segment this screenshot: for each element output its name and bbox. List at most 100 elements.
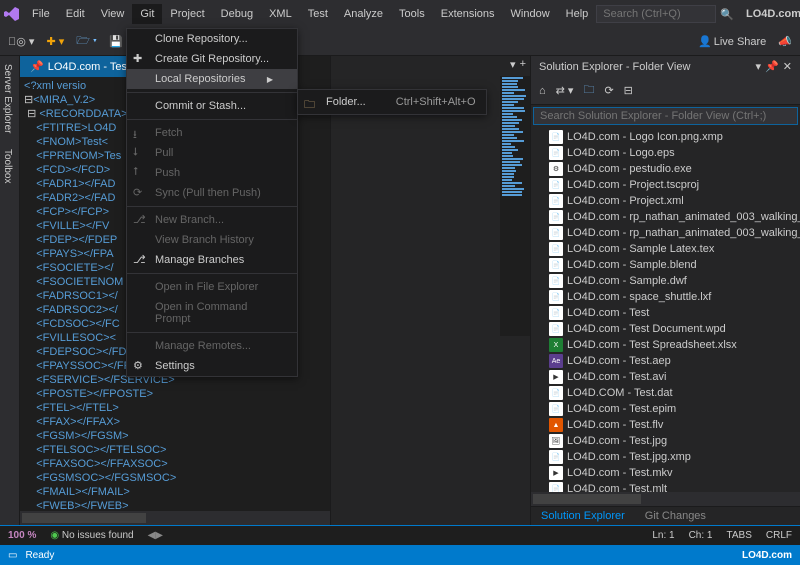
code-line[interactable]: <FFAXSOC></FFAXSOC> — [24, 457, 330, 471]
git-menu-manage-branches[interactable]: ⎇Manage Branches — [127, 250, 297, 270]
close-icon[interactable]: ✕ — [783, 60, 792, 73]
code-line[interactable]: <FFAX></FFAX> — [24, 415, 330, 429]
file-item[interactable]: 📄LO4D.COM - Test.dat — [531, 385, 800, 401]
lineend-indicator[interactable]: CRLF — [766, 530, 792, 541]
menu-analyze[interactable]: Analyze — [336, 4, 391, 24]
file-icon: ▶ — [549, 466, 563, 480]
git-menu-create-git-repository-[interactable]: ✚Create Git Repository... — [127, 49, 297, 69]
line-indicator[interactable]: Ln: 1 — [652, 530, 674, 541]
code-line[interactable]: <FPOSTE></FPOSTE> — [24, 387, 330, 401]
file-item[interactable]: XLO4D.com - Test Spreadsheet.xlsx — [531, 337, 800, 353]
file-item[interactable]: 📄LO4D.com - Sample Latex.tex — [531, 241, 800, 257]
solution-search-input[interactable] — [533, 107, 798, 125]
window-icon[interactable]: ▭ — [8, 550, 17, 561]
git-menu-fetch: ⭳Fetch — [127, 123, 297, 143]
menu-git[interactable]: Git — [132, 4, 162, 24]
git-local-repos-submenu: 🗀 Folder... Ctrl+Shift+Alt+O — [297, 89, 487, 115]
panel-tab-git-changes[interactable]: Git Changes — [635, 507, 716, 525]
file-item[interactable]: 📄LO4D.com - Test.mlt — [531, 481, 800, 492]
menu-edit[interactable]: Edit — [58, 4, 93, 24]
menu-project[interactable]: Project — [162, 4, 212, 24]
file-item[interactable]: 📄LO4D.com - Test.epim — [531, 401, 800, 417]
code-line[interactable]: <FMAIL></FMAIL> — [24, 485, 330, 499]
git-menu-clone-repository-[interactable]: Clone Repository... — [127, 29, 297, 49]
dropdown-icon[interactable]: ▾ — [510, 58, 516, 71]
menu-help[interactable]: Help — [558, 4, 597, 24]
side-tab-server-explorer[interactable]: Server Explorer — [0, 56, 19, 141]
minimap[interactable] — [500, 76, 530, 336]
menu-view[interactable]: View — [93, 4, 133, 24]
tabs-indicator[interactable]: TABS — [726, 530, 751, 541]
feedback-button[interactable]: 📣 — [774, 33, 796, 50]
solution-tree[interactable]: 📄LO4D.com - Logo Icon.png.xmp📄LO4D.com -… — [531, 127, 800, 492]
menu-debug[interactable]: Debug — [213, 4, 261, 24]
solution-header: Solution Explorer - Folder View ▾ 📌 ✕ — [531, 56, 800, 77]
git-menu-local-repositories[interactable]: Local Repositories▶ — [127, 69, 297, 89]
git-menu-commit-or-stash-[interactable]: Commit or Stash... — [127, 96, 297, 116]
file-item[interactable]: ▲LO4D.com - Test.flv — [531, 417, 800, 433]
file-item[interactable]: 📄LO4D.com - Project.tscproj — [531, 177, 800, 193]
file-item[interactable]: 📄LO4D.com - Test — [531, 305, 800, 321]
menu-test[interactable]: Test — [300, 4, 336, 24]
file-item[interactable]: ⚙LO4D.com - pestudio.exe — [531, 161, 800, 177]
solution-hscrollbar[interactable] — [531, 492, 800, 506]
file-name: LO4D.com - Project.tscproj — [567, 179, 699, 191]
menu-xml[interactable]: XML — [261, 4, 300, 24]
file-item[interactable]: 📄LO4D.com - Logo Icon.png.xmp — [531, 129, 800, 145]
menu-extensions[interactable]: Extensions — [433, 4, 503, 24]
dropdown-icon[interactable]: ▾ — [756, 60, 762, 73]
file-item[interactable]: ▶LO4D.com - Test.avi — [531, 369, 800, 385]
menu-file[interactable]: File — [24, 4, 58, 24]
side-tab-toolbox[interactable]: Toolbox — [0, 141, 19, 191]
file-icon: 📄 — [549, 274, 563, 288]
file-item[interactable]: 📄LO4D.com - Project.xml — [531, 193, 800, 209]
file-item[interactable]: 📄LO4D.com - Sample.blend — [531, 257, 800, 273]
sync-button[interactable]: ⟳ — [600, 79, 617, 102]
file-item[interactable]: ▶LO4D.com - Test.mkv — [531, 465, 800, 481]
file-item[interactable]: 📄LO4D.com - Test.jpg.xmp — [531, 449, 800, 465]
file-item[interactable]: 🖼LO4D.com - Test.jpg — [531, 433, 800, 449]
panel-tab-solution-explorer[interactable]: Solution Explorer — [531, 507, 635, 525]
file-item[interactable]: 📄LO4D.com - rp_nathan_animated_003_walki… — [531, 225, 800, 241]
code-line[interactable]: <FGSM></FGSM> — [24, 429, 330, 443]
open-button[interactable]: 🗁 ▾ — [72, 30, 101, 53]
code-line[interactable]: <FWEB></FWEB> — [24, 499, 330, 511]
file-item[interactable]: 📄LO4D.com - Sample.dwf — [531, 273, 800, 289]
solution-bottom-tabs: Solution ExplorerGit Changes — [531, 506, 800, 525]
file-name: LO4D.com - rp_nathan_animated_003_walkin… — [567, 227, 800, 239]
file-icon: 📄 — [549, 386, 563, 400]
file-name: LO4D.com - Logo Icon.png.xmp — [567, 131, 723, 143]
col-indicator[interactable]: Ch: 1 — [689, 530, 713, 541]
back-button[interactable]: ◎ ▾ — [4, 33, 38, 50]
sync-icon: ⟳ — [133, 186, 147, 200]
new-button[interactable]: ✚ ▾ — [42, 33, 68, 50]
pin-icon[interactable]: 📌 — [30, 60, 44, 73]
code-line[interactable]: <FGSMSOC></FGSMSOC> — [24, 471, 330, 485]
file-item[interactable]: 📄LO4D.com - space_shuttle.lxf — [531, 289, 800, 305]
menu-tools[interactable]: Tools — [391, 4, 433, 24]
switch-view-button[interactable]: ⇄ ▾ — [552, 79, 578, 102]
add-icon[interactable]: + — [520, 58, 526, 71]
git-menu-settings[interactable]: ⚙Settings — [127, 356, 297, 376]
pin-icon[interactable]: 📌 — [765, 60, 779, 73]
file-item[interactable]: 📄LO4D.com - Logo.eps — [531, 145, 800, 161]
git-menu-sync-pull-then-push-: ⟳Sync (Pull then Push) — [127, 183, 297, 203]
file-icon: 📄 — [549, 210, 563, 224]
collapse-button[interactable]: ⊟ — [620, 79, 637, 102]
file-item[interactable]: 📄LO4D.com - Test Document.wpd — [531, 321, 800, 337]
file-item[interactable]: AeLO4D.com - Test.aep — [531, 353, 800, 369]
file-name: LO4D.com - Test.flv — [567, 419, 663, 431]
filter-button[interactable]: 🗀 — [579, 79, 598, 102]
save-button[interactable]: 💾 — [105, 33, 127, 50]
live-share-button[interactable]: 👤 Live Share — [694, 33, 770, 50]
search-input[interactable] — [596, 5, 716, 23]
code-line[interactable]: <FTELSOC></FTELSOC> — [24, 443, 330, 457]
open-folder-item[interactable]: 🗀 Folder... Ctrl+Shift+Alt+O — [298, 92, 486, 112]
file-item[interactable]: 📄LO4D.com - rp_nathan_animated_003_walki… — [531, 209, 800, 225]
issues-indicator[interactable]: ◉ No issues found — [50, 530, 133, 541]
editor-hscrollbar[interactable] — [20, 511, 330, 525]
title-bar: FileEditViewGitProjectDebugXMLTestAnalyz… — [0, 0, 800, 28]
menu-window[interactable]: Window — [503, 4, 558, 24]
code-line[interactable]: <FTEL></FTEL> — [24, 401, 330, 415]
home-button[interactable]: ⌂ — [535, 79, 550, 102]
